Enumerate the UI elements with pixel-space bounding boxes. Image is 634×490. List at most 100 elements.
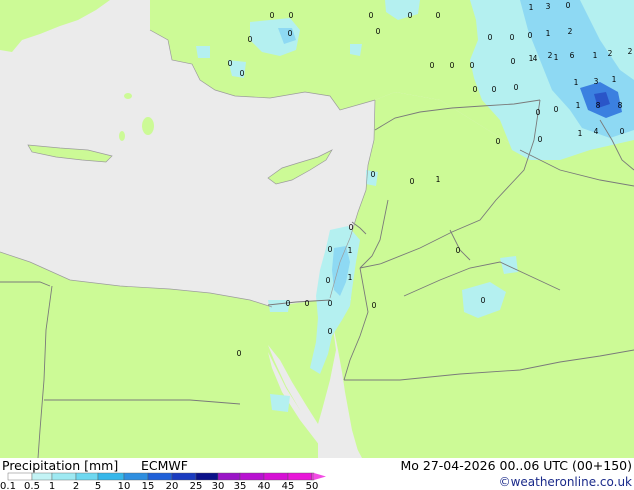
- station-value: 1: [578, 129, 583, 138]
- station-value: 0: [237, 349, 242, 358]
- scale-arrow: [314, 473, 326, 480]
- station-value: 1: [593, 51, 598, 60]
- scale-tick-label: 15: [142, 481, 155, 490]
- station-value: 0: [228, 59, 233, 68]
- station-value: 0: [288, 29, 293, 38]
- scale-tick-label: 1: [49, 481, 55, 490]
- station-value: 0: [496, 137, 501, 146]
- station-value: 0: [456, 246, 461, 255]
- station-value: 0: [286, 299, 291, 308]
- station-value: 0: [492, 85, 497, 94]
- scale-swatch: [195, 472, 219, 481]
- station-value: 0: [410, 177, 415, 186]
- station-value: 1: [546, 29, 551, 38]
- station-value: 0: [481, 296, 486, 305]
- station-value: 1: [436, 175, 441, 184]
- station-value: 0: [450, 61, 455, 70]
- scale-tick-label: 10: [118, 481, 131, 490]
- station-value: 0: [554, 105, 559, 114]
- station-value: 0: [349, 223, 354, 232]
- station-value: 1: [529, 3, 534, 12]
- station-value: 3: [546, 2, 551, 11]
- station-value: 0: [528, 31, 533, 40]
- station-value: 0: [470, 61, 475, 70]
- station-value: 0: [473, 85, 478, 94]
- scale-swatch: [97, 472, 125, 481]
- station-value: 0: [240, 69, 245, 78]
- scale-tick-label: 2: [73, 481, 79, 490]
- scale-tick-label: 50: [306, 481, 319, 490]
- station-value: 2: [568, 27, 573, 36]
- station-value: 0: [328, 245, 333, 254]
- station-value: 0: [536, 108, 541, 117]
- station-value: 1: [348, 246, 353, 255]
- scale-tick-label: 20: [166, 481, 179, 490]
- scale-swatch: [239, 472, 265, 481]
- scale-swatch: [147, 472, 173, 481]
- map-title: Precipitation [mm]: [2, 458, 119, 473]
- station-value: 0: [538, 135, 543, 144]
- model-name: ECMWF: [141, 458, 188, 473]
- precipitation-color-scale: 0.1 0.5 1 2 5 10 15 20 25 30 35 40 45 50: [0, 472, 326, 490]
- station-value: 1: [612, 75, 617, 84]
- scale-swatch: [263, 472, 289, 481]
- precipitation-map: 0 0 0 0 000 00 0 00 0001 3 00 1 21 20 4 1 6 1 2 21 3 11 8 80 01 4…: [0, 0, 634, 458]
- station-value: 1: [576, 101, 581, 110]
- scale-swatch: [123, 472, 149, 481]
- station-value: 0: [376, 27, 381, 36]
- station-value: 0: [248, 35, 253, 44]
- station-value: 0: [372, 301, 377, 310]
- station-value: 0: [305, 299, 310, 308]
- station-value: 3: [594, 77, 599, 86]
- island-karpathos: [119, 131, 125, 141]
- scale-tick-label: 40: [258, 481, 271, 490]
- station-value: 0: [514, 83, 519, 92]
- station-value: 0: [511, 57, 516, 66]
- scale-swatch: [217, 472, 241, 481]
- scale-swatch: [51, 472, 77, 481]
- station-value: 0: [328, 327, 333, 336]
- station-value: 0: [436, 11, 441, 20]
- scale-tick-label: 45: [282, 481, 295, 490]
- station-value: 0: [328, 299, 333, 308]
- station-value: 1: [348, 273, 353, 282]
- station-value: 2: [628, 47, 633, 56]
- station-value: 0: [270, 11, 275, 20]
- station-value: 4: [533, 54, 538, 63]
- station-value: 0: [369, 11, 374, 20]
- station-value: 0: [510, 33, 515, 42]
- station-value: 2: [608, 49, 613, 58]
- station-value: 6: [570, 51, 575, 60]
- scale-tick-label: 25: [190, 481, 203, 490]
- credit-link[interactable]: ©weatheronline.co.uk: [499, 475, 632, 489]
- station-value: 1: [574, 78, 579, 87]
- island-rhodes: [142, 117, 154, 135]
- station-value: 0: [371, 170, 376, 179]
- station-value: 0: [326, 276, 331, 285]
- station-value: 0: [620, 127, 625, 136]
- scale-swatch: [75, 472, 99, 481]
- station-value: 8: [618, 101, 623, 110]
- station-value: 2: [548, 51, 553, 60]
- scale-tick-label: 0.5: [24, 481, 40, 490]
- station-value: 8: [596, 101, 601, 110]
- forecast-datetime: Mo 27-04-2026 00..06 UTC (00+150): [400, 458, 632, 473]
- scale-tick-label: 35: [234, 481, 247, 490]
- station-value: 0: [408, 11, 413, 20]
- scale-swatch: [7, 472, 33, 481]
- scale-swatch: [31, 472, 53, 481]
- scale-swatch: [171, 472, 197, 481]
- scale-swatch: [311, 472, 315, 481]
- island-kos: [124, 93, 132, 99]
- station-value: 0: [566, 1, 571, 10]
- scale-tick-label: 5: [95, 481, 101, 490]
- station-value: 4: [594, 127, 599, 136]
- scale-swatch: [287, 472, 313, 481]
- map-app: 0000000000000001300121204161221311880014…: [0, 0, 634, 490]
- station-value: 0: [430, 61, 435, 70]
- station-value: 0: [488, 33, 493, 42]
- scale-tick-label: 0.1: [0, 481, 16, 490]
- station-value: 0: [289, 11, 294, 20]
- scale-tick-label: 30: [212, 481, 225, 490]
- station-value: 1: [554, 53, 559, 62]
